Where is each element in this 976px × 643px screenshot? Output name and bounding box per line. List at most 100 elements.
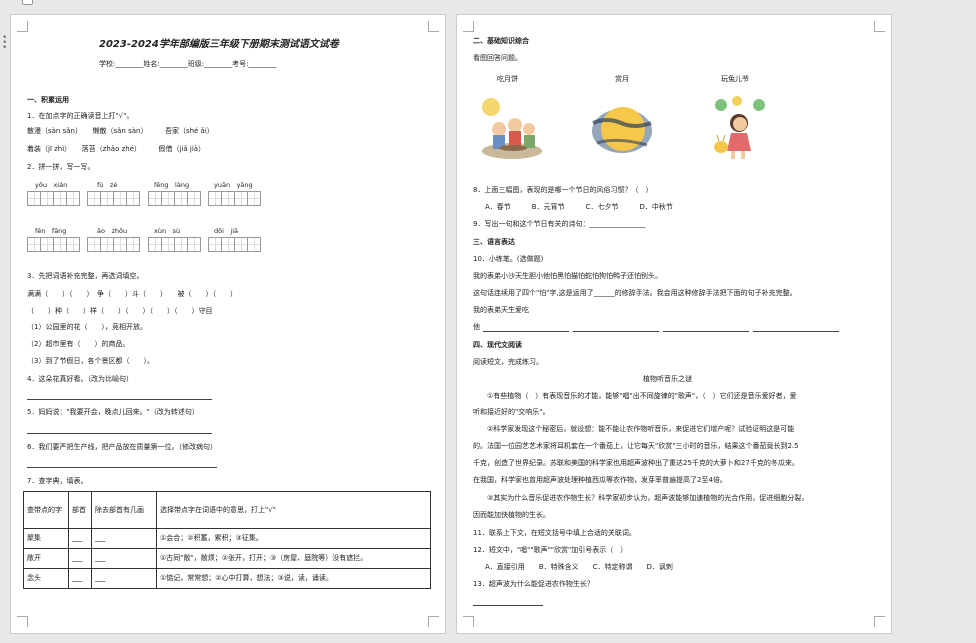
- answer-line[interactable]: [27, 433, 212, 434]
- writing-grid[interactable]: [27, 237, 80, 252]
- crop-mark: [463, 616, 474, 627]
- pinyin-label: xùn sù: [154, 227, 181, 235]
- crop-mark: [428, 21, 439, 32]
- question-8: 8．上面三幅图，表现的是哪一个节日的风俗习惯？（ ）: [473, 186, 653, 194]
- question-6: 6．我们要严把生产线，把产品放在质量第一位。（修改病句）: [27, 443, 217, 451]
- question-3: 3．先把词语补充完整，再选词填空。: [27, 272, 144, 280]
- passage-paragraph: 听和接近好的"交响乐"。: [473, 408, 550, 416]
- eating-mooncake-illustration: [482, 98, 542, 159]
- question-3-item-3: （3）到了节假日，各个景区都（ ）。: [27, 357, 154, 365]
- section-heading: 一、积累运用: [27, 96, 69, 104]
- image-caption: 吃月饼: [497, 75, 518, 83]
- moon-viewing-illustration: [587, 93, 657, 163]
- crop-mark: [874, 21, 885, 32]
- question-12: 12．短文中，"唱""歌声""欣赏"加引号表示（ ）: [473, 546, 628, 554]
- pinyin-label: yōu xián: [35, 181, 68, 189]
- table-cell: ①会合；②积蓄，累积；③征集。: [156, 528, 431, 549]
- writing-grid[interactable]: [87, 237, 140, 252]
- rabbit-lantern-illustration: [714, 96, 765, 159]
- table-cell: 念头: [23, 568, 69, 589]
- question-10: 10．小练笔。(选做题): [473, 255, 544, 263]
- instruction-text: 看图回答问题。: [473, 54, 522, 62]
- answer-line[interactable]: [663, 331, 749, 332]
- image-caption: 赏月: [615, 75, 629, 83]
- writing-grid[interactable]: [208, 237, 261, 252]
- table-cell[interactable]: ___: [91, 548, 157, 569]
- answer-line[interactable]: [473, 605, 543, 606]
- answer-line[interactable]: [753, 331, 839, 332]
- passage-paragraph: ①有些植物（ ）有表现音乐的才能，能够"唱"出不同旋律的"歌声"，（ ）它们还是…: [487, 392, 797, 400]
- question-3-line-a: 满满（ ）（ ） 争（ ）斗（ ） 被（ ）（ ）: [27, 290, 237, 298]
- question-11: 11．联系上下文，在短文括号中填上合适的关联词。: [473, 529, 636, 537]
- answer-line[interactable]: [483, 331, 569, 332]
- student-info: 学校:________姓名:________班级:________考号:____…: [99, 60, 277, 68]
- writing-grid[interactable]: [148, 191, 201, 206]
- crop-mark: [463, 21, 474, 32]
- answer-line[interactable]: [573, 331, 659, 332]
- table-cell: ①古同"敞"，敞烦；②张开，打开；③（房屋、庭院等）没有遮拦。: [156, 548, 431, 569]
- image-caption: 玩兔儿爷: [721, 75, 749, 83]
- question-4: 4．这朵花真好看。（改为比喻句）: [27, 375, 133, 383]
- pinyin-label: dōi jiā: [214, 227, 239, 235]
- dictionary-table: 查带点的字 部首 除去部首有几画 选择带点字在词语中的意思，打上"√" 聚集 _…: [23, 491, 431, 589]
- passage-paragraph: 的。法国一位园艺艺术家将耳机套在一个番茄上，让它每天"欣赏"三小时的音乐，结果这…: [473, 442, 799, 450]
- question-1-line-a: 散漫（sàn sǎn） 懒散（sǎn sàn） 吾家（shé ǎi）: [27, 127, 214, 135]
- drag-handle-icon[interactable]: • • •: [2, 34, 7, 53]
- section-heading: 二、基础知识综合: [473, 37, 529, 45]
- question-3-item-1: （1）公园里的花（ ），竞相开放。: [27, 323, 147, 331]
- passage-paragraph: ③其实为什么音乐促进农作物生长？科学家初步认为，超声波能够加速植物的光合作用，促…: [487, 494, 809, 502]
- writing-grid[interactable]: [208, 191, 261, 206]
- question-2: 2．拼一拼，写一写。: [27, 163, 95, 171]
- pinyin-label: āo zhōu: [97, 227, 128, 235]
- crop-mark: [428, 616, 439, 627]
- crop-mark: [17, 21, 28, 32]
- pinyin-label: yuān yāng: [214, 181, 253, 189]
- passage-paragraph: ②科学家发现这个秘密后，就设想：能不能让农作物听音乐，来促进它们增产呢？试验证明…: [487, 425, 795, 433]
- pinyin-label: fēng làng: [154, 181, 190, 189]
- table-cell: ①惦记，常常想；②心中打算，想法；③说，读，诵读。: [156, 568, 431, 589]
- table-header-row: 查带点的字 部首 除去部首有几画 选择带点字在词语中的意思，打上"√": [23, 491, 431, 529]
- example-sentence: 我的表弟小沙天生胆小他怕黑怕猫怕蛇怕狗怕鸭子还怕别头。: [473, 272, 662, 280]
- document-page-1: 2023-2024学年部编版三年级下册期末测试语文试卷 学校:________姓…: [10, 14, 446, 634]
- writing-grid[interactable]: [87, 191, 140, 206]
- table-header-cell: 查带点的字: [23, 491, 69, 529]
- passage-paragraph: 在我国，科学家也曾用超声波处理种植西瓜等农作物，发芽率普遍提高了2至4倍。: [473, 476, 727, 484]
- question-5: 5．妈妈说："我要开会，晚点儿回来。"（改为转述句）: [27, 408, 199, 416]
- question-7: 7．查字典，填表。: [27, 477, 88, 485]
- table-cell[interactable]: ___: [91, 528, 157, 549]
- question-3-line-b: （ ）种（ ）样（ ）（ ）（ ）（ ）守目: [27, 307, 213, 315]
- crop-mark: [17, 616, 28, 627]
- question-10-start: 我的表弟天生爱吃: [473, 306, 529, 314]
- document-page-2: 二、基础知识综合 看图回答问题。 吃月饼 赏月 玩兔儿爷 8．上面三幅图，表现的…: [456, 14, 892, 634]
- question-1-line-b: 着装（jī zhì） 落苔（zhǎo zhé） 假借（jiǎ jià）: [27, 145, 206, 153]
- table-header-cell: 除去部首有几画: [91, 491, 157, 529]
- table-cell[interactable]: ___: [68, 528, 92, 549]
- passage-paragraph: 因而能加快植物的生长。: [473, 511, 550, 519]
- question-9: 9．写出一句和这个节日有关的诗句：________________: [473, 220, 646, 228]
- pinyin-label: fù zé: [97, 181, 118, 189]
- question-8-options: A．春节 B．元宵节 C．七夕节 D．中秋节: [485, 203, 673, 211]
- table-cell[interactable]: ___: [68, 568, 92, 589]
- passage-paragraph: 千克，创造了世界纪录。苏联和美国的科学家也用超声波种出了重达25千克的大萝卜和2…: [473, 459, 799, 467]
- crop-mark: [874, 616, 885, 627]
- table-row: 聚集 ___ ___ ①会合；②积蓄，累积；③征集。: [23, 528, 431, 549]
- section-heading: 三、语言表达: [473, 238, 515, 246]
- question-13: 13．超声波为什么能促进农作物生长？: [473, 580, 594, 588]
- writing-grid[interactable]: [27, 191, 80, 206]
- table-cell[interactable]: ___: [91, 568, 157, 589]
- table-cell[interactable]: ___: [68, 548, 92, 569]
- table-cell: 敞开: [23, 548, 69, 569]
- table-cell: 聚集: [23, 528, 69, 549]
- question-10-prompt: 这句话连续用了四个"怕"字,这是运用了______的修辞手法。我会用这种修辞手法…: [473, 289, 797, 297]
- checkbox[interactable]: [22, 0, 33, 5]
- table-header-cell: 部首: [68, 491, 92, 529]
- writing-grid[interactable]: [148, 237, 201, 252]
- question-12-options: A．直接引用 B．特殊含义 C．特定称谓 D．讽刺: [485, 563, 673, 571]
- answer-line[interactable]: [27, 467, 217, 468]
- question-10-he: 他: [473, 323, 480, 331]
- instruction-text: 阅读短文，完成练习。: [473, 358, 543, 366]
- table-row: 念头 ___ ___ ①惦记，常常想；②心中打算，想法；③说，读，诵读。: [23, 568, 431, 589]
- answer-line[interactable]: [27, 399, 212, 400]
- pinyin-label: fēn fāng: [35, 227, 67, 235]
- passage-title: 植物听音乐之谜: [643, 375, 692, 383]
